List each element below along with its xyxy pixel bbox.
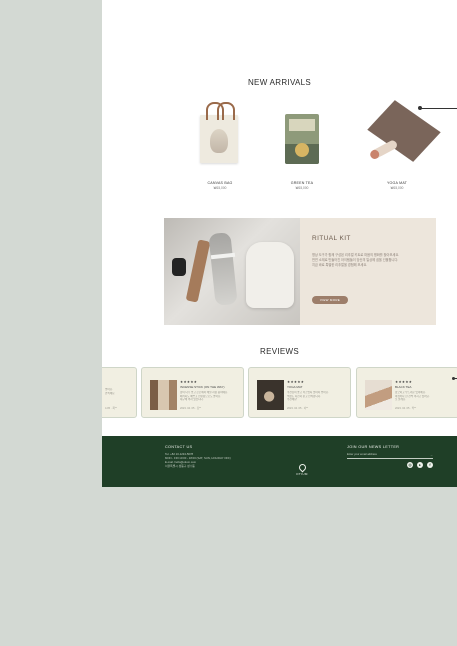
leaf-icon xyxy=(297,462,307,473)
product-price: ₩15,000 xyxy=(390,186,404,190)
rating-stars: ★★★★★ xyxy=(287,380,305,384)
ritual-kit-image xyxy=(164,218,300,325)
ritual-kit-banner: RITUAL KIT 명상 도구가 함께 구성된 리추얼 키트로 마음의 평화를… xyxy=(164,218,436,325)
newsletter-title: JOIN OUR NEWS LETTER xyxy=(347,445,400,449)
reviews-arrow-icon[interactable] xyxy=(452,376,457,380)
review-text: 향이 너무 좋고 은은해서 매일 사용 중이에요. 패키지도 예쁘고 선물용으로… xyxy=(180,391,228,402)
product-card-canvas-bag[interactable]: CANVAS BAG ₩15,000 xyxy=(185,97,255,190)
ritual-kit-description: 명상 도구가 함께 구성된 리추얼 키트로 마음의 평화를 찾아보세요. 천연 … xyxy=(312,253,400,267)
product-price: ₩15,000 xyxy=(295,186,309,190)
newsletter-email-input[interactable]: Enter your email address → xyxy=(347,453,433,459)
product-card-green-tea[interactable]: GREEN TEA ₩15,000 xyxy=(267,97,337,190)
view-more-button[interactable]: VIEW MORE xyxy=(312,296,348,304)
review-product: INCENSE STICK (ON THE WAY) xyxy=(180,385,225,389)
review-card-partial[interactable]: 좋아요. 만족해요. 4.05 · 최** xyxy=(102,367,137,418)
review-product: BLACK TEA xyxy=(395,385,412,389)
yoga-mat-image xyxy=(362,97,441,175)
product-price: ₩15,000 xyxy=(213,186,227,190)
review-date: 2023. 04. 05 · 박** xyxy=(395,407,417,410)
review-card[interactable]: ★★★★★ INCENSE STICK (ON THE WAY) 향이 너무 좋… xyxy=(141,367,244,418)
instagram-icon[interactable]: ◎ xyxy=(407,462,413,468)
otium-logo[interactable]: OTIUM xyxy=(292,462,312,476)
review-card[interactable]: ★★★★★ YOGA MAT 쿠션감이 좋고 미끄럽지 않아서 좋아요. 색상도… xyxy=(248,367,351,418)
rating-stars: ★★★★★ xyxy=(395,380,413,384)
review-photo xyxy=(257,380,284,410)
review-date: 2023. 04. 05 · 이** xyxy=(287,407,309,410)
submit-arrow-icon[interactable]: → xyxy=(430,453,433,457)
rating-stars: ★★★★★ xyxy=(180,380,198,384)
review-card[interactable]: ★★★★★ BLACK TEA 향긋하고 부드러운 맛이에요. 아침마다 한 잔… xyxy=(356,367,457,418)
youtube-icon[interactable]: ▸ xyxy=(417,462,423,468)
contact-title: CONTACT US xyxy=(165,445,193,449)
review-text: 쿠션감이 좋고 미끄럽지 않아서 좋아요. 색상도 사진과 같고 만족합니다. … xyxy=(287,391,329,402)
reviews-title: REVIEWS xyxy=(260,347,299,356)
product-card-yoga-mat[interactable]: YOGA MAT ₩15,000 xyxy=(362,97,441,190)
new-arrivals-title: NEW ARRIVALS xyxy=(247,78,312,87)
review-date: 2023. 04. 05 · 김** xyxy=(180,407,202,410)
facebook-icon[interactable]: f xyxy=(427,462,433,468)
review-text: 향긋하고 부드러운 맛이에요. 아침마다 한 잔씩 마시고 있어요. 또 살게요… xyxy=(395,391,430,402)
review-product: YOGA MAT xyxy=(287,385,303,389)
product-name: GREEN TEA xyxy=(290,181,314,185)
review-photo xyxy=(150,380,177,410)
green-tea-image xyxy=(267,97,337,175)
review-photo xyxy=(365,380,392,410)
product-name: CANVAS BAG xyxy=(207,181,233,185)
canvas-bag-image xyxy=(185,97,255,175)
web-page: NEW ARRIVALS CANVAS BAG ₩15,000 GREEN TE… xyxy=(102,0,457,487)
footer: CONTACT US Tel. +82 10-1234-5678 MON - F… xyxy=(102,436,457,487)
ritual-kit-title: RITUAL KIT xyxy=(312,235,351,242)
contact-address: 서울특별시 성동구 성수동 xyxy=(165,464,195,468)
product-name: YOGA MAT xyxy=(386,181,408,185)
